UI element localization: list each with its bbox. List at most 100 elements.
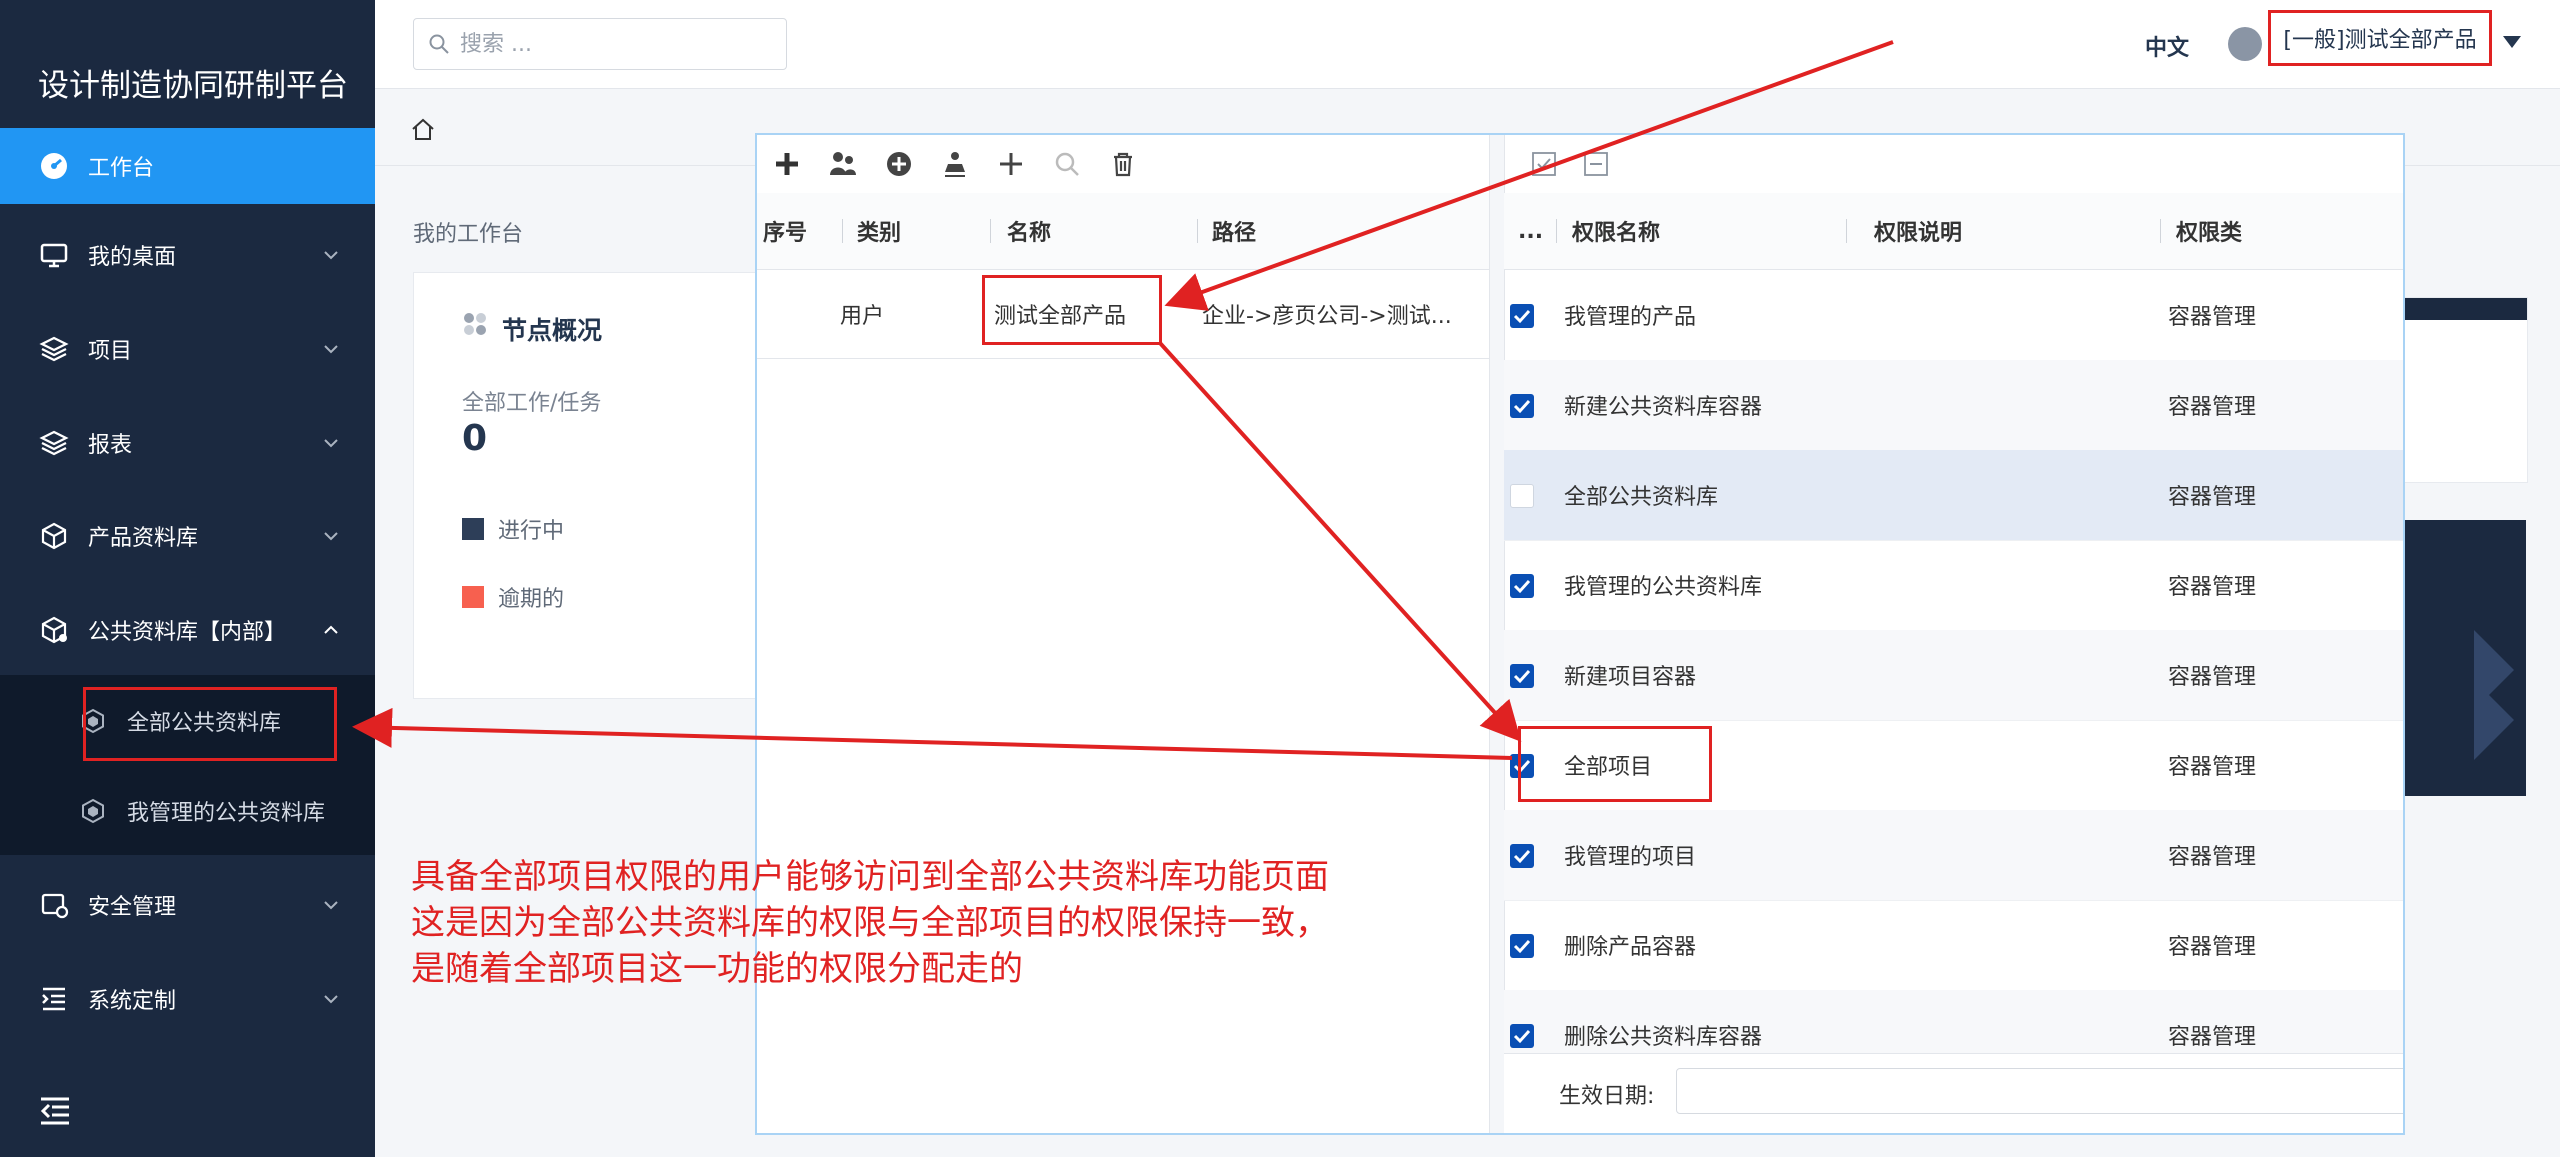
cube-icon xyxy=(38,520,70,552)
sidebar-item-product-library[interactable]: 产品资料库 xyxy=(0,499,375,573)
column-header[interactable]: ... xyxy=(1518,193,1543,269)
chevron-down-icon xyxy=(324,251,338,260)
list-indent-icon xyxy=(38,983,70,1015)
cell-path: 企业->彦页公司->测试... xyxy=(1202,304,1452,329)
subitem-my-public-library[interactable]: 我管理的公共资料库 xyxy=(0,776,375,846)
table-row[interactable]: 我管理的项目 容器管理 xyxy=(1504,810,2403,901)
users-icon[interactable] xyxy=(827,148,859,180)
shared-cube-icon xyxy=(38,614,70,646)
sidebar-item-label: 产品资料库 xyxy=(88,526,199,551)
annotation-line: 是随着全部项目这一功能的权限分配走的 xyxy=(411,949,1023,989)
sidebar-item-security[interactable]: 安全管理 xyxy=(0,868,375,942)
chevron-down-icon xyxy=(324,901,338,910)
user-menu[interactable]: [一般]测试全部产品 xyxy=(2268,10,2492,66)
column-header[interactable]: 名称 xyxy=(1007,193,1051,269)
sidebar-item-label: 报表 xyxy=(88,433,133,458)
cell-type: 容器管理 xyxy=(2168,845,2257,870)
background-banner xyxy=(2404,520,2526,796)
table-row[interactable]: 全部公共资料库 容器管理 xyxy=(1504,450,2403,541)
language-switch[interactable]: 中文 xyxy=(2145,30,2189,62)
checkbox[interactable] xyxy=(1510,394,1534,418)
cell-type: 容器管理 xyxy=(2168,935,2257,960)
column-header[interactable]: 权限说明 xyxy=(1874,193,1962,269)
checkbox[interactable] xyxy=(1510,1024,1534,1048)
effective-date-row: 生效日期: xyxy=(1504,1053,2403,1133)
search-icon xyxy=(429,34,449,54)
hex-icon xyxy=(82,798,104,824)
checkbox[interactable] xyxy=(1510,664,1534,688)
report-icon xyxy=(38,427,70,459)
legend-label: 进行中 xyxy=(498,519,565,544)
sidebar-item-label: 公共资料库【内部】 xyxy=(88,620,287,645)
column-header[interactable]: 权限名称 xyxy=(1572,193,1660,269)
permission-pane: ... 权限名称 权限说明 权限类 我管理的产品 容器管理 新建公共资料库容器 … xyxy=(1504,135,2403,1133)
table-header: ... 权限名称 权限说明 权限类 xyxy=(1504,193,2403,270)
chevron-down-icon xyxy=(324,995,338,1004)
table-row[interactable]: 我管理的公共资料库 容器管理 xyxy=(1504,540,2403,631)
cell-type: 用户 xyxy=(840,304,885,329)
cell-type: 容器管理 xyxy=(2168,305,2257,330)
annotation-line: 这是因为全部公共资料库的权限与全部项目的权限保持一致， xyxy=(411,903,1329,943)
cell-name: 我管理的公共资料库 xyxy=(1564,575,1763,600)
checkbox[interactable] xyxy=(1510,844,1534,868)
security-icon xyxy=(38,889,70,921)
legend-item: 逾期的 xyxy=(462,581,564,613)
highlight-box xyxy=(982,275,1162,345)
search-box[interactable] xyxy=(413,18,787,70)
caret-down-icon[interactable] xyxy=(2503,36,2521,48)
annotation-text: 具备全部项目权限的用户能够访问到全部公共资料库功能页面 这是因为全部公共资料库的… xyxy=(411,854,1329,992)
plus-icon[interactable] xyxy=(995,148,1027,180)
checkbox[interactable] xyxy=(1510,574,1534,598)
effective-date-input[interactable] xyxy=(1676,1068,2403,1114)
cell-type: 容器管理 xyxy=(2168,395,2257,420)
table-row[interactable]: 我管理的产品 容器管理 xyxy=(1504,270,2403,361)
search-input[interactable] xyxy=(458,27,772,61)
uncheck-all-icon[interactable] xyxy=(1580,148,1612,180)
metric-label: 全部工作/任务 xyxy=(462,391,602,416)
cell-type: 容器管理 xyxy=(2168,665,2257,690)
checkbox[interactable] xyxy=(1510,484,1534,508)
table-header: 序号 类别 名称 路径 xyxy=(757,193,1489,270)
sidebar-item-projects[interactable]: 项目 xyxy=(0,312,375,386)
chevron-up-icon xyxy=(324,625,338,634)
legend-swatch xyxy=(462,586,484,608)
background-card xyxy=(2404,297,2528,483)
toolbar xyxy=(1504,135,2403,194)
sidebar-item-label: 工作台 xyxy=(88,156,155,181)
workspace-title: 我的工作台 xyxy=(413,222,524,247)
avatar[interactable] xyxy=(2228,27,2262,61)
trash-icon[interactable] xyxy=(1107,148,1139,180)
column-header[interactable]: 路径 xyxy=(1212,193,1256,269)
highlight-box xyxy=(1518,726,1712,802)
column-header[interactable]: 权限类 xyxy=(2176,193,2242,269)
org-tree-icon[interactable] xyxy=(939,148,971,180)
sidebar-item-workbench[interactable]: 工作台 xyxy=(0,128,375,204)
pane-splitter[interactable] xyxy=(1489,135,1505,1133)
sidebar-item-my-desktop[interactable]: 我的桌面 xyxy=(0,218,375,292)
table-row[interactable]: 新建公共资料库容器 容器管理 xyxy=(1504,360,2403,451)
home-icon[interactable] xyxy=(410,116,436,142)
chevron-down-icon xyxy=(324,345,338,354)
sidebar-item-public-library[interactable]: 公共资料库【内部】 xyxy=(0,593,375,667)
check-all-icon[interactable] xyxy=(1528,148,1560,180)
table-row[interactable]: 新建项目容器 容器管理 xyxy=(1504,630,2403,721)
add-circle-icon[interactable] xyxy=(883,148,915,180)
checkbox[interactable] xyxy=(1510,304,1534,328)
layers-icon xyxy=(38,333,70,365)
monitor-icon xyxy=(38,239,70,271)
table-row[interactable]: 删除产品容器 容器管理 xyxy=(1504,900,2403,991)
search-icon[interactable] xyxy=(1051,148,1083,180)
column-header[interactable]: 类别 xyxy=(857,193,901,269)
cell-name: 我管理的产品 xyxy=(1564,305,1697,330)
cell-type: 容器管理 xyxy=(2168,575,2257,600)
dots-grid-icon xyxy=(464,313,486,335)
add-icon[interactable] xyxy=(771,148,803,180)
legend-label: 逾期的 xyxy=(498,587,565,612)
sidebar-item-reports[interactable]: 报表 xyxy=(0,406,375,480)
checkbox[interactable] xyxy=(1510,934,1534,958)
chevron-decor-icon xyxy=(2474,630,2514,760)
cell-type: 容器管理 xyxy=(2168,485,2257,510)
sidebar-item-customization[interactable]: 系统定制 xyxy=(0,962,375,1036)
collapse-menu-icon[interactable] xyxy=(38,1094,72,1128)
column-header[interactable]: 序号 xyxy=(763,193,807,269)
